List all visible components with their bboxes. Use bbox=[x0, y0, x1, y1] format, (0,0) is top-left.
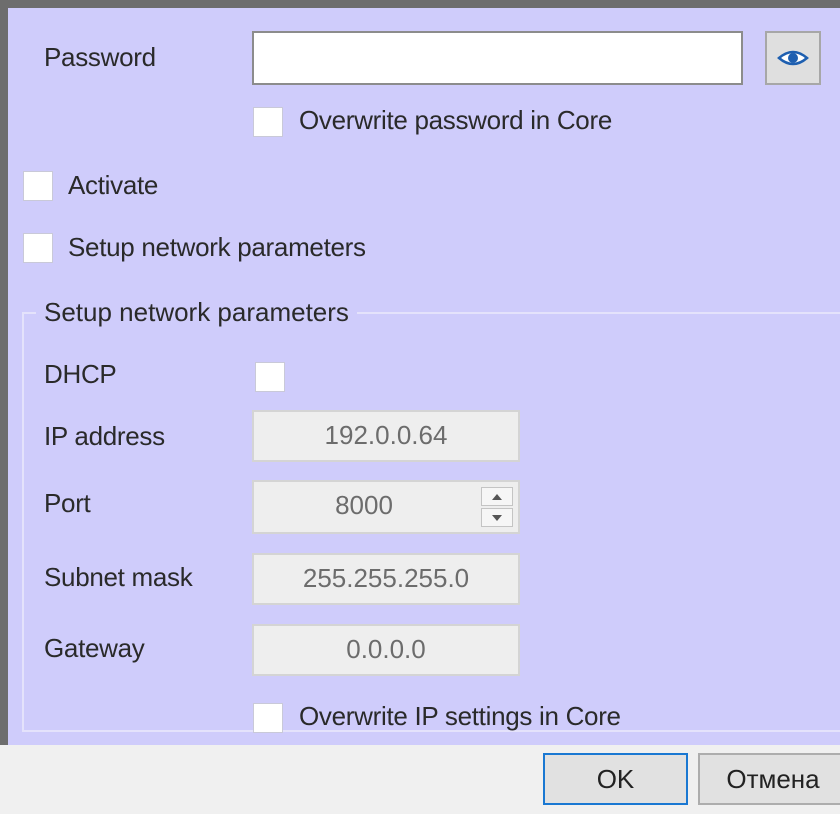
eye-icon bbox=[777, 50, 809, 66]
overwrite-password-label[interactable]: Overwrite password in Core bbox=[299, 104, 612, 136]
dhcp-label: DHCP bbox=[44, 359, 117, 389]
password-label: Password bbox=[44, 42, 156, 72]
overwrite-ip-label[interactable]: Overwrite IP settings in Core bbox=[299, 700, 621, 732]
ip-address-field[interactable]: 192.0.0.64 bbox=[252, 410, 520, 462]
password-input[interactable] bbox=[252, 31, 743, 85]
port-label: Port bbox=[44, 488, 91, 518]
ok-button[interactable]: OK bbox=[543, 753, 688, 805]
ip-address-label: IP address bbox=[44, 421, 165, 451]
triangle-down-icon bbox=[492, 514, 502, 521]
show-password-button[interactable] bbox=[765, 31, 821, 85]
port-spinner[interactable] bbox=[475, 483, 519, 531]
setup-network-checkbox[interactable] bbox=[23, 233, 53, 263]
setup-network-label[interactable]: Setup network parameters bbox=[68, 231, 366, 263]
subnet-mask-field[interactable]: 255.255.255.0 bbox=[252, 553, 520, 605]
dhcp-checkbox[interactable] bbox=[255, 362, 285, 392]
activate-label[interactable]: Activate bbox=[68, 169, 158, 201]
subnet-mask-label: Subnet mask bbox=[44, 562, 193, 592]
gateway-field[interactable]: 0.0.0.0 bbox=[252, 624, 520, 676]
activate-checkbox[interactable] bbox=[23, 171, 53, 201]
cancel-button[interactable]: Отмена bbox=[698, 753, 840, 805]
spin-down-button[interactable] bbox=[481, 508, 513, 527]
triangle-up-icon bbox=[492, 493, 502, 500]
network-group-title: Setup network parameters bbox=[36, 296, 357, 328]
spin-up-button[interactable] bbox=[481, 487, 513, 506]
overwrite-ip-checkbox[interactable] bbox=[253, 703, 283, 733]
overwrite-password-checkbox[interactable] bbox=[253, 107, 283, 137]
gateway-label: Gateway bbox=[44, 633, 145, 663]
